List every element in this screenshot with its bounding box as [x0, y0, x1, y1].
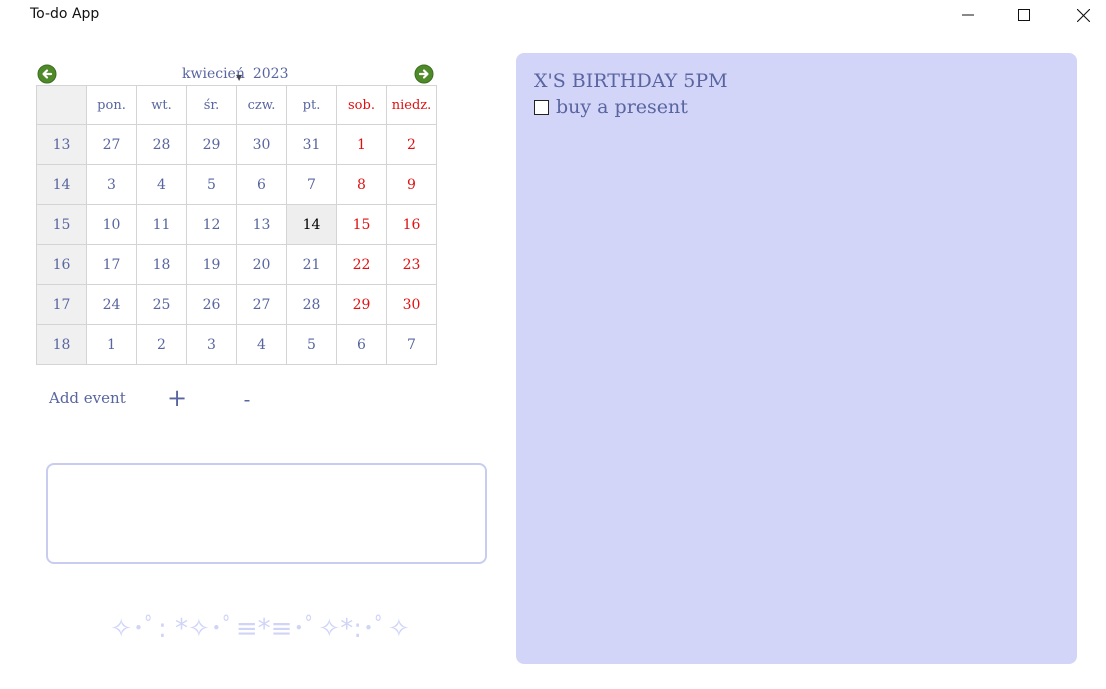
maximize-icon — [1018, 9, 1030, 21]
week-number: 17 — [36, 284, 87, 325]
minimize-icon — [962, 14, 974, 16]
calendar-day[interactable]: 25 — [136, 284, 187, 325]
calendar-week-row: 13 27 28 29 30 31 1 2 — [36, 124, 437, 165]
weekday-header: sob. — [336, 85, 387, 125]
calendar-day[interactable]: 23 — [386, 244, 437, 285]
week-number: 18 — [36, 324, 87, 365]
week-number: 14 — [36, 164, 87, 205]
calendar-day[interactable]: 26 — [186, 284, 237, 325]
close-button[interactable] — [1060, 0, 1106, 30]
calendar-day[interactable]: 7 — [386, 324, 437, 365]
remove-event-button[interactable]: - — [236, 384, 258, 414]
calendar-day[interactable]: 30 — [386, 284, 437, 325]
calendar-day[interactable]: 22 — [336, 244, 387, 285]
arrow-left-icon — [37, 64, 57, 84]
week-number-header — [36, 85, 87, 125]
add-event-button[interactable]: + — [164, 383, 190, 413]
weekday-header: niedz. — [386, 85, 437, 125]
previous-month-button[interactable] — [37, 64, 57, 84]
event-title: X'S BIRTHDAY 5PM — [534, 70, 728, 92]
event-text-input[interactable] — [46, 463, 487, 564]
calendar-day[interactable]: 16 — [386, 204, 437, 245]
maximize-button[interactable] — [1001, 0, 1047, 30]
calendar-day[interactable]: 15 — [336, 204, 387, 245]
minimize-button[interactable] — [945, 0, 991, 30]
calendar-day[interactable]: 28 — [286, 284, 337, 325]
calendar-day[interactable]: 11 — [136, 204, 187, 245]
month-year-selector[interactable]: kwiecień ▼ 2023 — [182, 66, 289, 82]
task-label: buy a present — [556, 96, 688, 118]
calendar-day[interactable]: 6 — [236, 164, 287, 205]
close-icon — [1076, 8, 1090, 22]
dropdown-arrow-icon: ▼ — [236, 73, 243, 82]
calendar-day[interactable]: 13 — [236, 204, 287, 245]
calendar-day[interactable]: 3 — [86, 164, 137, 205]
calendar-day[interactable]: 31 — [286, 124, 337, 165]
calendar-day[interactable]: 1 — [86, 324, 137, 365]
week-number: 15 — [36, 204, 87, 245]
calendar-day[interactable]: 4 — [236, 324, 287, 365]
calendar-week-row: 18 1 2 3 4 5 6 7 — [36, 324, 437, 365]
calendar-day[interactable]: 5 — [286, 324, 337, 365]
calendar-day[interactable]: 8 — [336, 164, 387, 205]
calendar-day[interactable]: 9 — [386, 164, 437, 205]
calendar-day[interactable]: 3 — [186, 324, 237, 365]
next-month-button[interactable] — [414, 64, 434, 84]
calendar-day[interactable]: 18 — [136, 244, 187, 285]
calendar-day-selected[interactable]: 14 — [286, 204, 337, 245]
calendar-week-row: 17 24 25 26 27 28 29 30 — [36, 284, 437, 325]
title-bar: To-do App — [0, 0, 1106, 30]
decorative-sparkles: ✧･ﾟ: *✧･ﾟ≡*≡･ﾟ✧*:･ﾟ✧ — [110, 614, 410, 644]
calendar-week-row: 15 10 11 12 13 14 15 16 — [36, 204, 437, 245]
weekday-header-row: pon. wt. śr. czw. pt. sob. niedz. — [36, 85, 437, 125]
calendar-day[interactable]: 21 — [286, 244, 337, 285]
event-details-panel: X'S BIRTHDAY 5PM buy a present — [516, 53, 1077, 664]
arrow-right-icon — [414, 64, 434, 84]
calendar-day[interactable]: 20 — [236, 244, 287, 285]
week-number: 13 — [36, 124, 87, 165]
calendar-day[interactable]: 2 — [136, 324, 187, 365]
task-item[interactable]: buy a present — [534, 96, 688, 118]
calendar-day[interactable]: 27 — [86, 124, 137, 165]
calendar-day[interactable]: 29 — [186, 124, 237, 165]
year-label: 2023 — [252, 66, 289, 82]
calendar-day[interactable]: 6 — [336, 324, 387, 365]
weekday-header: pt. — [286, 85, 337, 125]
weekday-header: śr. — [186, 85, 237, 125]
calendar-day[interactable]: 28 — [136, 124, 187, 165]
calendar-header: kwiecień ▼ 2023 — [36, 62, 437, 86]
calendar-day[interactable]: 5 — [186, 164, 237, 205]
calendar-day[interactable]: 17 — [86, 244, 137, 285]
calendar-day[interactable]: 19 — [186, 244, 237, 285]
calendar-day[interactable]: 29 — [336, 284, 387, 325]
calendar-day[interactable]: 4 — [136, 164, 187, 205]
week-number: 16 — [36, 244, 87, 285]
calendar-week-row: 14 3 4 5 6 7 8 9 — [36, 164, 437, 205]
calendar-day[interactable]: 30 — [236, 124, 287, 165]
calendar-day[interactable]: 24 — [86, 284, 137, 325]
calendar-day[interactable]: 7 — [286, 164, 337, 205]
weekday-header: wt. — [136, 85, 187, 125]
calendar-day[interactable]: 27 — [236, 284, 287, 325]
task-checkbox[interactable] — [534, 99, 549, 115]
weekday-header: czw. — [236, 85, 287, 125]
calendar-day[interactable]: 12 — [186, 204, 237, 245]
weekday-header: pon. — [86, 85, 137, 125]
calendar-day[interactable]: 10 — [86, 204, 137, 245]
add-event-label: Add event — [49, 389, 126, 407]
calendar-day[interactable]: 2 — [386, 124, 437, 165]
calendar-day[interactable]: 1 — [336, 124, 387, 165]
calendar-grid: pon. wt. śr. czw. pt. sob. niedz. 13 27 … — [36, 85, 437, 365]
calendar-week-row: 16 17 18 19 20 21 22 23 — [36, 244, 437, 285]
window-title: To-do App — [30, 6, 100, 22]
